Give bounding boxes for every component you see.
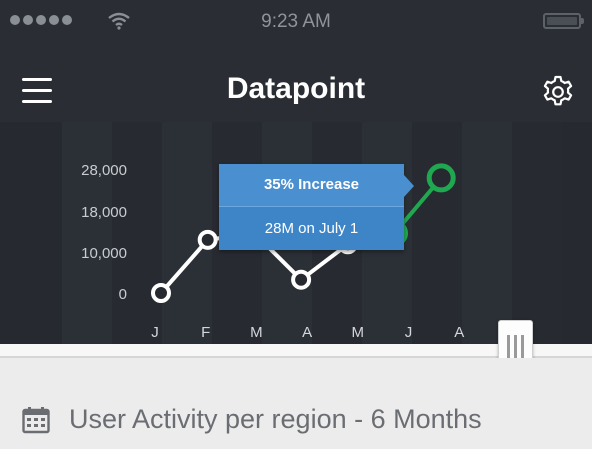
chart-footer: User Activity per region - 6 Months [0, 358, 592, 449]
app-title: Datapoint [226, 72, 366, 105]
y-tick-label: 28,000 [81, 162, 127, 179]
battery-icon [543, 13, 581, 29]
data-point [426, 163, 456, 193]
chart-caption: User Activity per region - 6 Months [69, 404, 482, 434]
battery-nub [581, 18, 584, 24]
app-header: Datapoint [0, 44, 592, 122]
status-time: 9:23 AM [261, 11, 331, 32]
tooltip-detail: 28M on July 1 [264, 220, 359, 237]
x-tick-label: M [250, 324, 263, 341]
x-tick-label: J [151, 324, 159, 341]
data-point [291, 269, 312, 290]
y-tick-label: 0 [119, 286, 127, 303]
x-tick-label: M [352, 324, 365, 341]
tooltip-pointer [404, 175, 414, 197]
x-tick-label: A [302, 324, 312, 341]
data-point [197, 229, 218, 250]
status-bar: 9:23 AM [0, 0, 592, 44]
chart-column-bg [512, 122, 562, 344]
chart-column-bg [462, 122, 512, 344]
data-tooltip: 35% Increase 28M on July 1 [219, 164, 404, 250]
y-tick-label: 10,000 [81, 245, 127, 262]
data-point [151, 283, 171, 303]
x-tick-label: J [405, 324, 413, 341]
chart-column-bg [412, 122, 462, 344]
calendar-icon [22, 407, 50, 434]
x-tick-label: F [201, 324, 210, 341]
chart-column-bg [62, 122, 112, 344]
tooltip-title: 35% Increase [219, 164, 404, 206]
chart-column-bg [112, 122, 162, 344]
x-tick-label: A [454, 324, 464, 341]
gear-icon[interactable] [540, 74, 576, 110]
y-tick-label: 18,000 [81, 204, 127, 221]
